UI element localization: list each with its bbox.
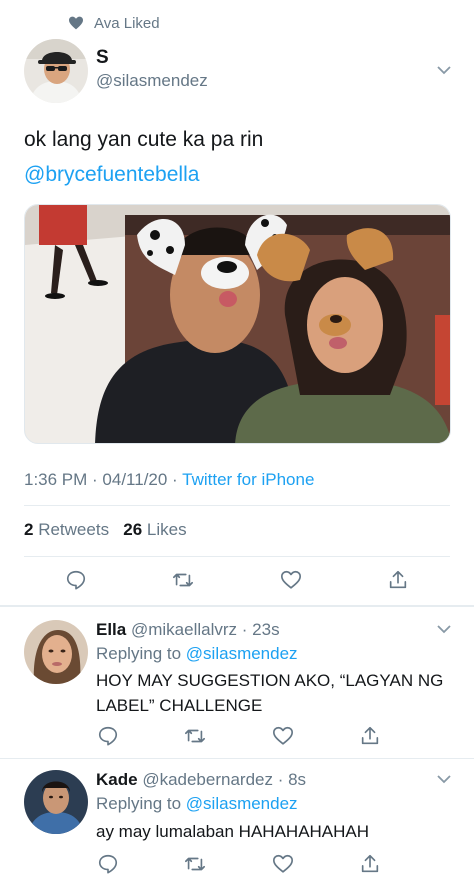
mention-link[interactable]: @brycefuentebella [24,157,263,192]
reply-header: Kade @kadebernardez · 8s [96,770,306,790]
like-icon [280,570,301,589]
chevron-down-icon[interactable] [437,624,451,634]
reply-icon [66,570,86,590]
like-icon [272,726,293,745]
share-icon [361,726,379,745]
share-button[interactable] [386,568,410,592]
like-label: Likes [146,520,187,539]
share-icon [389,570,407,589]
reply-author-handle[interactable]: @kadebernardez [142,770,273,789]
replying-to-label: Replying to [96,644,182,663]
reply-actions [96,724,382,748]
replying-to: Replying to @silasmendez [96,644,298,664]
like-button[interactable] [279,568,303,592]
social-context-label: Ava Liked [94,14,160,32]
reply-button[interactable] [96,852,120,876]
reply-time[interactable]: · 23s [242,620,280,639]
reply-text: HOY MAY SUGGESTION AKO, “LAGYAN NG LABEL… [96,671,444,715]
tweet-text: ok lang yan cute ka pa rin @brycefuenteb… [24,122,263,192]
author-avatar[interactable] [24,39,88,103]
tweet-meta: 1:36 PM · 04/11/20 · Twitter for iPhone [24,470,314,490]
like-icon [272,854,293,873]
reply-avatar[interactable] [24,770,88,834]
divider [24,556,450,557]
tweet-stats: 2 Retweets 26 Likes [24,520,187,540]
reply-actions [96,852,382,876]
retweet-label: Retweets [38,520,110,539]
tweet-body: ok lang yan cute ka pa rin [24,128,264,151]
share-button[interactable] [358,852,382,876]
reply-author-handle[interactable]: @mikaellalvrz [131,620,237,639]
tweet-actions [64,567,410,593]
like-button[interactable] [271,724,295,748]
tweet-photo[interactable] [24,204,451,444]
reply-author-name[interactable]: Ella [96,620,126,639]
tweet-timestamp[interactable]: 1:36 PM · 04/11/20 · [24,470,182,489]
retweet-button[interactable] [171,568,195,592]
heart-icon [69,16,83,30]
reply-button[interactable] [96,724,120,748]
reply-header: Ella @mikaellalvrz · 23s [96,620,280,640]
author-name[interactable]: S [96,47,109,69]
reply-time[interactable]: · 8s [278,770,306,789]
reply-author-name[interactable]: Kade [96,770,138,789]
retweet-icon [185,729,206,743]
reply-button[interactable] [64,568,88,592]
chevron-down-icon[interactable] [437,774,451,784]
like-button[interactable] [271,852,295,876]
tweet-source[interactable]: Twitter for iPhone [182,470,314,489]
author-handle[interactable]: @silasmendez [96,71,208,91]
retweet-icon [185,857,206,871]
share-icon [361,854,379,873]
replying-to: Replying to @silasmendez [96,794,298,814]
reply-icon [98,726,118,746]
chevron-down-icon[interactable] [437,65,451,75]
replying-to-link[interactable]: @silasmendez [186,644,298,663]
share-button[interactable] [358,724,382,748]
reply-avatar[interactable] [24,620,88,684]
retweet-button[interactable] [183,724,207,748]
divider [24,505,450,506]
replying-to-label: Replying to [96,794,182,813]
reply-icon [98,854,118,874]
retweets-stat[interactable]: 2 Retweets [24,520,109,539]
retweet-button[interactable] [183,852,207,876]
social-context[interactable]: Ava Liked [68,13,160,33]
divider [0,605,474,607]
replying-to-link[interactable]: @silasmendez [186,794,298,813]
likes-stat[interactable]: 26 Likes [123,520,186,539]
reply-text: ay may lumalaban HAHAHAHAHAH [96,822,370,841]
like-count: 26 [123,520,143,539]
divider [0,758,474,759]
retweet-count: 2 [24,520,34,539]
retweet-icon [173,573,194,587]
